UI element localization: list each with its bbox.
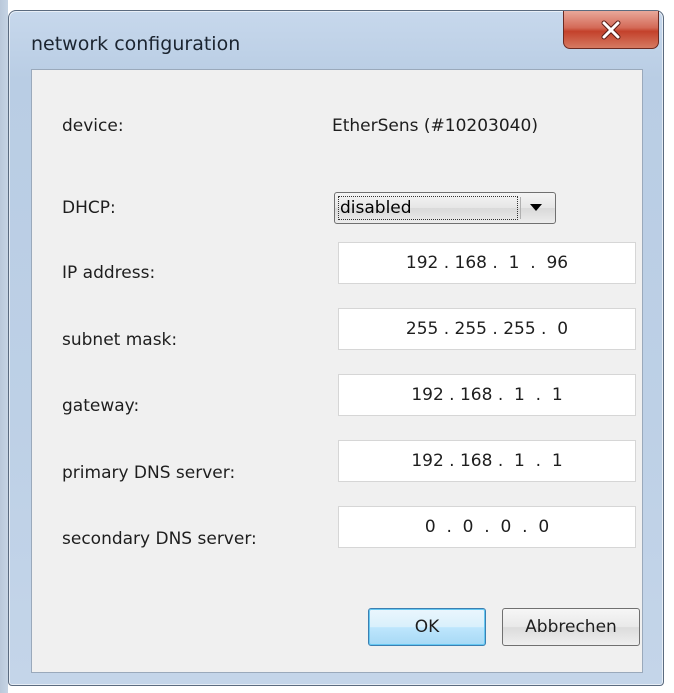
dialog-content: device: EtherSens (#10203040) DHCP: disa… [31, 69, 643, 673]
secondary-dns-label: secondary DNS server: [62, 529, 257, 549]
title-bar[interactable]: network configuration [9, 11, 663, 69]
device-value: EtherSens (#10203040) [332, 116, 538, 136]
ip-address-field[interactable]: 192 . 168 . 1 . 96 [338, 242, 636, 284]
close-button[interactable] [563, 11, 659, 49]
cancel-button[interactable]: Abbrechen [502, 608, 640, 646]
dialog-title: network configuration [31, 33, 241, 55]
ok-button[interactable]: OK [368, 608, 486, 646]
primary-dns-label: primary DNS server: [62, 463, 236, 483]
gateway-field[interactable]: 192 . 168 . 1 . 1 [338, 374, 636, 416]
subnet-mask-label: subnet mask: [62, 330, 178, 350]
dhcp-label: DHCP: [62, 198, 116, 218]
ip-address-label: IP address: [62, 263, 156, 283]
subnet-mask-field[interactable]: 255 . 255 . 255 . 0 [338, 308, 636, 350]
secondary-dns-field[interactable]: 0 . 0 . 0 . 0 [338, 506, 636, 548]
network-configuration-dialog: network configuration device: EtherSens … [8, 10, 664, 686]
dropdown-arrow[interactable] [520, 197, 551, 219]
close-icon [601, 20, 621, 39]
dhcp-selected-value: disabled [338, 196, 518, 220]
primary-dns-field[interactable]: 192 . 168 . 1 . 1 [338, 440, 636, 482]
chevron-down-icon [530, 204, 542, 211]
device-label: device: [62, 116, 124, 136]
dhcp-select[interactable]: disabled [334, 192, 556, 224]
gateway-label: gateway: [62, 396, 140, 416]
